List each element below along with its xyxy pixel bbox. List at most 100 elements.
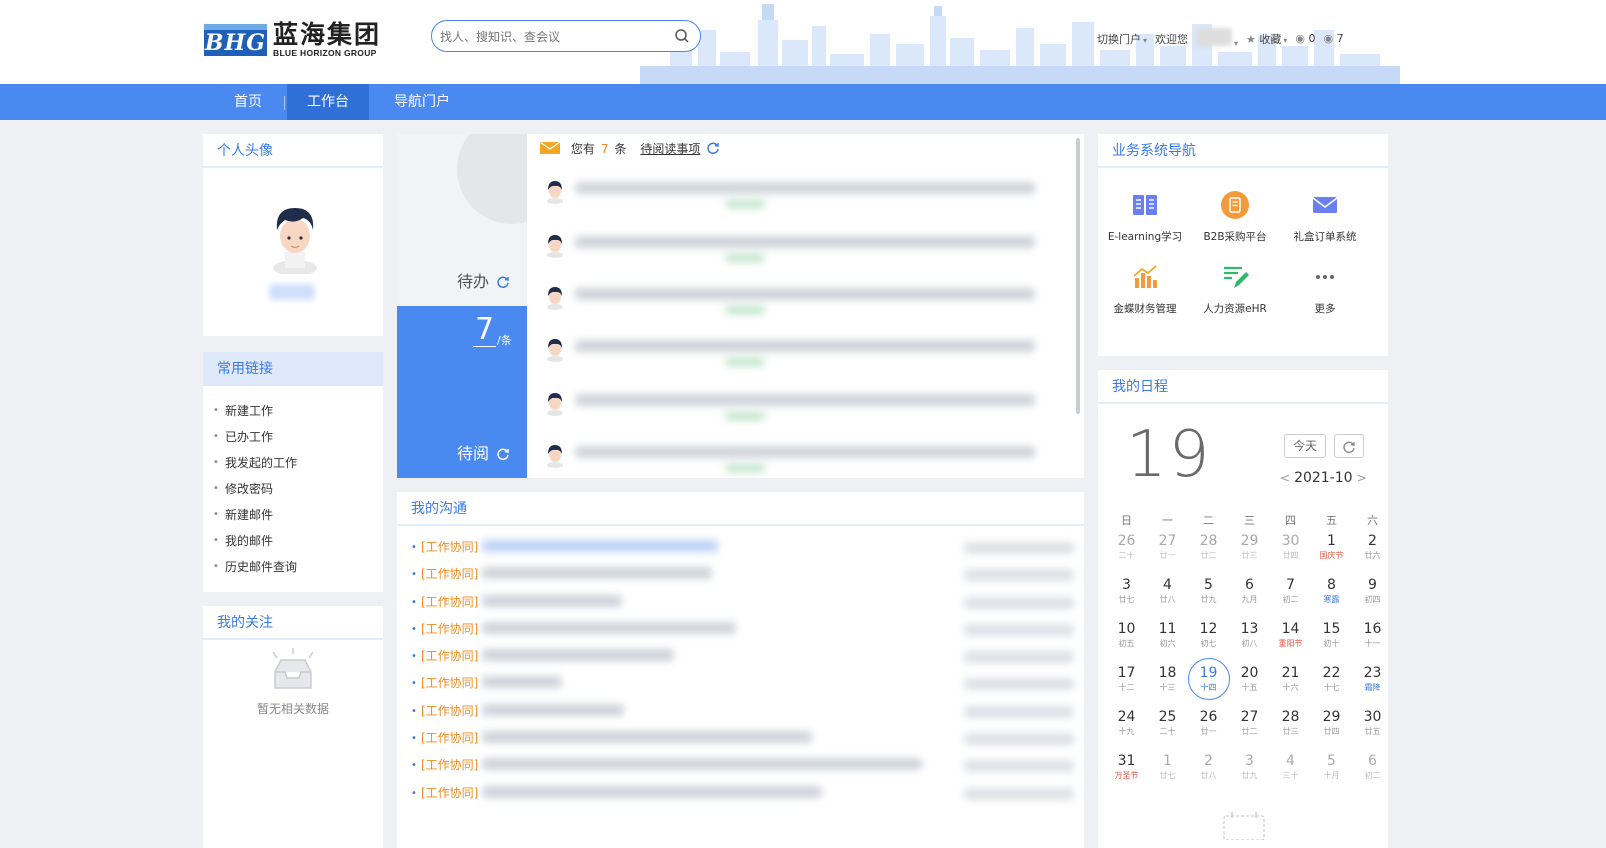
calendar-day[interactable]: 28 廿三	[1270, 708, 1311, 752]
calendar-day[interactable]: 13 初八	[1229, 620, 1270, 664]
calendar-day[interactable]: 27 廿一	[1147, 532, 1188, 576]
communication-meta-blurred	[964, 760, 1074, 773]
todo-list-item[interactable]	[545, 284, 1045, 314]
calendar-day[interactable]: 22 十七	[1311, 664, 1352, 708]
calendar-day[interactable]: 16 十一	[1352, 620, 1393, 664]
communication-item[interactable]: [工作协同]	[411, 725, 1084, 752]
calendar-day[interactable]: 18 十三	[1147, 664, 1188, 708]
calendar-day[interactable]: 26 二十	[1106, 532, 1147, 576]
scrollbar[interactable]	[1076, 138, 1080, 414]
communication-item[interactable]: [工作协同]	[411, 643, 1084, 670]
to-read-items-link[interactable]: 待阅读事项	[640, 142, 700, 156]
calendar-day[interactable]: 7 初二	[1270, 576, 1311, 620]
calendar-day[interactable]: 3 廿九	[1229, 752, 1270, 796]
company-logo[interactable]: BHG 蓝海集团 BLUE HORIZON GROUP	[204, 22, 381, 58]
nav-home[interactable]: 首页	[222, 84, 274, 120]
day-number: 10	[1117, 621, 1136, 637]
communication-item[interactable]: [工作协同]	[411, 670, 1084, 698]
communication-item[interactable]: [工作协同]	[411, 780, 1084, 807]
calendar-day[interactable]: 2 廿八	[1188, 752, 1229, 796]
todo-list-item[interactable]	[545, 178, 1045, 208]
calendar-day[interactable]: 28 廿二	[1188, 532, 1229, 576]
refresh-button[interactable]	[1334, 434, 1364, 458]
calendar-day[interactable]: 24 十九	[1106, 708, 1147, 752]
system-gift-order[interactable]: 礼盒订单系统	[1280, 190, 1370, 244]
refresh-icon[interactable]	[496, 447, 510, 461]
favorites-dropdown[interactable]: ★ 收藏 ▾	[1246, 31, 1287, 47]
todo-list-item[interactable]	[545, 390, 1045, 420]
prev-month-button[interactable]: <	[1280, 471, 1290, 485]
nav-portal[interactable]: 导航门户	[386, 84, 458, 120]
user-menu[interactable]: ▾	[1196, 28, 1238, 49]
calendar-day[interactable]: 1 廿七	[1147, 752, 1188, 796]
system-kingdee-finance[interactable]: 金蝶财务管理	[1100, 262, 1190, 316]
calendar-day[interactable]: 11 初六	[1147, 620, 1188, 664]
communication-item[interactable]: [工作协同]	[411, 589, 1084, 616]
communication-item[interactable]: [工作协同]	[411, 561, 1084, 589]
link-done-work[interactable]: 已办工作	[213, 424, 383, 450]
search-input[interactable]	[440, 27, 660, 47]
calendar-day[interactable]: 23 霜降	[1352, 664, 1393, 708]
calendar-day[interactable]: 5 十月	[1311, 752, 1352, 796]
today-button[interactable]: 今天	[1284, 434, 1326, 458]
calendar-day[interactable]: 6 九月	[1229, 576, 1270, 620]
avatar[interactable]	[267, 202, 323, 274]
calendar-day[interactable]: 9 初四	[1352, 576, 1393, 620]
communication-item[interactable]: [工作协同]	[411, 534, 1084, 561]
calendar-day[interactable]: 20 十五	[1229, 664, 1270, 708]
system-ehr[interactable]: 人力资源eHR	[1190, 262, 1280, 316]
calendar-day[interactable]: 17 十二	[1106, 664, 1147, 708]
calendar-day[interactable]: 14 重阳节	[1270, 620, 1311, 664]
todo-list-item[interactable]	[545, 232, 1045, 262]
lunar-date: 廿一	[1159, 551, 1176, 560]
calendar-day[interactable]: 30 廿五	[1352, 708, 1393, 752]
refresh-icon[interactable]	[496, 275, 510, 289]
calendar-day[interactable]: 8 寒露	[1311, 576, 1352, 620]
calendar-day[interactable]: 10 初五	[1106, 620, 1147, 664]
calendar-day[interactable]: 6 初二	[1352, 752, 1393, 796]
calendar-day[interactable]: 4 廿八	[1147, 576, 1188, 620]
calendar-day[interactable]: 15 初十	[1311, 620, 1352, 664]
link-new-mail[interactable]: 新建邮件	[213, 502, 383, 528]
system-elearning[interactable]: E-learning学习	[1100, 190, 1190, 244]
tab-to-read[interactable]: 待阅	[457, 440, 510, 464]
calendar-day[interactable]: 1 国庆节	[1311, 532, 1352, 576]
communication-item[interactable]: [工作协同]	[411, 752, 1084, 780]
calendar-day[interactable]: 21 十六	[1270, 664, 1311, 708]
link-history-mail[interactable]: 历史邮件查询	[213, 554, 383, 580]
calendar-day[interactable]: 5 廿九	[1188, 576, 1229, 620]
todo-list-item[interactable]	[545, 336, 1045, 366]
system-more[interactable]: 更多	[1280, 262, 1370, 316]
calendar-day[interactable]: 30 廿四	[1270, 532, 1311, 576]
next-month-button[interactable]: >	[1357, 471, 1367, 485]
nav-workbench[interactable]: 工作台	[287, 84, 369, 120]
link-my-mail[interactable]: 我的邮件	[213, 528, 383, 554]
calendar-day[interactable]: 25 二十	[1147, 708, 1188, 752]
switch-portal-dropdown[interactable]: 切换门户 ▾	[1097, 31, 1147, 47]
panel-title: 我的关注	[203, 606, 383, 640]
calendar-day[interactable]: 4 三十	[1270, 752, 1311, 796]
calendar-day[interactable]: 29 廿四	[1311, 708, 1352, 752]
search-icon[interactable]	[674, 28, 690, 44]
calendar-day[interactable]: 26 廿一	[1188, 708, 1229, 752]
communication-item[interactable]: [工作协同]	[411, 616, 1084, 643]
calendar-day[interactable]: 3 廿七	[1106, 576, 1147, 620]
tab-todo[interactable]: 待办	[457, 268, 510, 292]
link-change-password[interactable]: 修改密码	[213, 476, 383, 502]
system-b2b-purchase[interactable]: B2B采购平台	[1190, 190, 1280, 244]
calendar-day[interactable]: 27 廿二	[1229, 708, 1270, 752]
communication-item[interactable]: [工作协同]	[411, 698, 1084, 725]
calendar-day[interactable]: 29 廿三	[1229, 532, 1270, 576]
notification-count-b[interactable]: ◉ 7	[1324, 32, 1344, 45]
todo-list-item[interactable]	[545, 442, 1045, 472]
tab-to-read-active[interactable]: 7 /条 待阅	[397, 306, 527, 478]
notification-count-a[interactable]: ◉ 0	[1295, 32, 1315, 45]
calendar-day-today[interactable]: 19 十四	[1188, 658, 1230, 708]
link-my-initiated-work[interactable]: 我发起的工作	[213, 450, 383, 476]
day-number: 3	[1122, 577, 1131, 593]
refresh-icon[interactable]	[706, 141, 720, 155]
calendar-day[interactable]: 2 廿六	[1352, 532, 1393, 576]
calendar-day[interactable]: 31 万圣节	[1106, 752, 1147, 796]
link-new-work[interactable]: 新建工作	[213, 398, 383, 424]
global-search-box[interactable]	[431, 20, 701, 52]
